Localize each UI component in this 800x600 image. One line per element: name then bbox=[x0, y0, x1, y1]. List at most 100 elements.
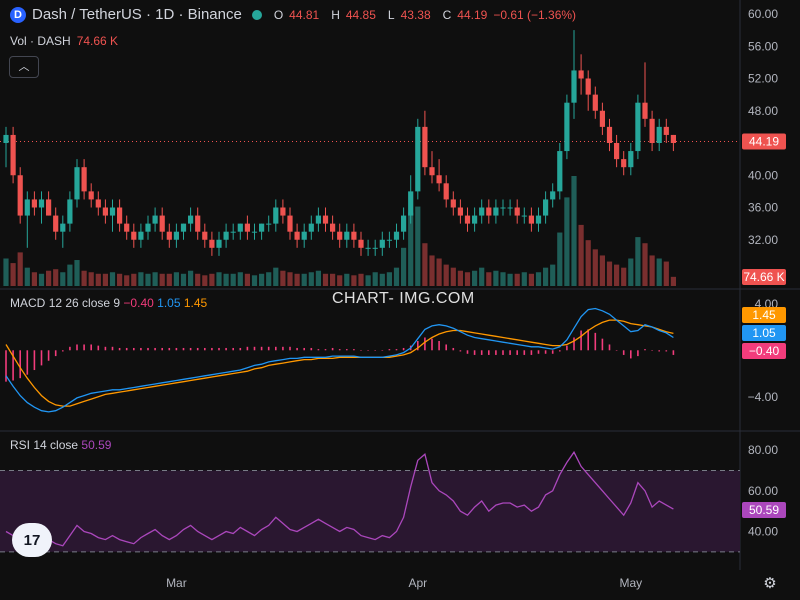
volume-bar bbox=[230, 273, 236, 286]
macd-histogram-bar bbox=[83, 344, 85, 351]
macd-histogram-bar bbox=[346, 349, 348, 351]
volume-bar bbox=[280, 270, 286, 286]
volume-bar bbox=[102, 273, 108, 286]
candle-body bbox=[60, 223, 66, 232]
rsi-band-fill bbox=[0, 470, 740, 552]
candle-body bbox=[216, 239, 222, 248]
gear-icon[interactable]: ⚙ bbox=[762, 576, 778, 592]
candle-body bbox=[535, 215, 542, 224]
macd-histogram-bar bbox=[104, 346, 107, 351]
candle-body bbox=[138, 231, 144, 240]
macd-hist-value: −0.40 bbox=[123, 296, 154, 310]
macd-histogram-bar bbox=[637, 350, 639, 357]
macd-histogram-bar bbox=[367, 350, 369, 351]
rsi-tick-label: 40.00 bbox=[748, 525, 778, 539]
symbol-title[interactable]: Dash / TetherUS · 1D · Binance bbox=[32, 6, 242, 23]
candle-body bbox=[415, 126, 421, 192]
macd-histogram-bar bbox=[140, 347, 142, 351]
volume-bar bbox=[159, 273, 165, 286]
rsi-value: 50.59 bbox=[81, 438, 112, 452]
volume-bar bbox=[621, 267, 627, 286]
volume-bar bbox=[251, 275, 258, 286]
candle-body bbox=[17, 175, 23, 216]
macd-histogram-bar bbox=[480, 350, 483, 355]
candle-body bbox=[188, 215, 194, 224]
volume-bar bbox=[244, 273, 250, 286]
candle-body bbox=[493, 207, 499, 216]
price-tick-label: 40.00 bbox=[748, 168, 778, 182]
macd-histogram-bar bbox=[445, 344, 447, 351]
market-status-icon bbox=[251, 9, 262, 20]
macd-histogram-bar bbox=[161, 347, 163, 351]
candle-body bbox=[10, 134, 16, 176]
candle-body bbox=[131, 231, 137, 240]
macd-histogram-bar bbox=[267, 346, 270, 351]
macd-histogram-bar bbox=[438, 340, 440, 351]
tradingview-logo-icon[interactable]: 17 bbox=[12, 523, 52, 557]
candle-body bbox=[287, 215, 293, 232]
volume-bar bbox=[358, 273, 364, 286]
candle-body bbox=[351, 231, 357, 240]
candle-body bbox=[564, 102, 570, 152]
macd-histogram-bar bbox=[97, 345, 100, 351]
macd-histogram-bar bbox=[374, 350, 376, 351]
volume-bar bbox=[131, 273, 137, 286]
macd-histogram-bar bbox=[182, 347, 185, 351]
x-axis-label: May bbox=[619, 576, 642, 590]
volume-bar bbox=[223, 273, 229, 286]
candle-body bbox=[81, 167, 87, 192]
macd-histogram-bar bbox=[310, 347, 313, 351]
candle-body bbox=[628, 151, 634, 168]
volume-bar bbox=[535, 272, 542, 286]
macd-histogram-bar bbox=[253, 346, 256, 351]
candle-body bbox=[422, 126, 428, 168]
ohlc-change-value: −0.61 (−1.36%) bbox=[493, 7, 577, 22]
macd-histogram-bar bbox=[69, 346, 71, 351]
macd-histogram-bar bbox=[54, 350, 57, 357]
macd-histogram-bar bbox=[473, 350, 476, 355]
macd-histogram-bar bbox=[665, 350, 668, 352]
volume-legend: Vol · DASH 74.66 K bbox=[10, 34, 118, 48]
candle-body bbox=[266, 223, 272, 225]
macd-histogram-bar bbox=[338, 349, 341, 351]
candle-body bbox=[621, 159, 627, 168]
collapse-legend-button[interactable]: ︿ bbox=[9, 56, 39, 78]
macd-histogram-bar bbox=[651, 350, 653, 351]
volume-bar bbox=[585, 240, 591, 286]
macd-histogram-bar bbox=[40, 350, 43, 366]
macd-histogram-bar bbox=[530, 350, 533, 355]
candle-body bbox=[642, 102, 648, 119]
macd-signal-line bbox=[5, 319, 674, 407]
candle-body bbox=[67, 199, 73, 224]
volume-bar bbox=[273, 267, 279, 286]
macd-histogram-bar bbox=[580, 330, 582, 351]
volume-bar bbox=[592, 249, 598, 286]
volume-bar bbox=[635, 237, 641, 286]
candle-body bbox=[145, 223, 151, 232]
macd-histogram-bar bbox=[402, 347, 405, 351]
macd-histogram-bar bbox=[672, 350, 675, 355]
volume-bar bbox=[259, 273, 265, 286]
candle-body bbox=[507, 207, 513, 209]
macd-histogram-bar bbox=[388, 349, 391, 351]
macd-histogram-bar bbox=[566, 345, 568, 351]
volume-bar bbox=[649, 255, 655, 286]
candle-body bbox=[3, 134, 9, 143]
macd-histogram-bar bbox=[452, 347, 455, 351]
candle-body bbox=[102, 207, 108, 216]
candle-body bbox=[479, 207, 485, 216]
candle-body bbox=[464, 215, 471, 224]
candle-body bbox=[237, 223, 243, 232]
volume-bar bbox=[46, 270, 52, 286]
volume-bar bbox=[95, 273, 101, 286]
macd-histogram-bar bbox=[317, 349, 320, 351]
candle-body bbox=[528, 215, 534, 224]
macd-histogram-bar bbox=[502, 350, 504, 355]
macd-histogram-bar bbox=[168, 347, 171, 351]
macd-histogram-bar bbox=[331, 347, 334, 351]
volume-bar bbox=[521, 272, 527, 286]
candle-body bbox=[436, 175, 442, 184]
macd-histogram-bar bbox=[19, 350, 21, 379]
macd-histogram-bar bbox=[118, 347, 121, 351]
volume-bar bbox=[564, 197, 570, 286]
